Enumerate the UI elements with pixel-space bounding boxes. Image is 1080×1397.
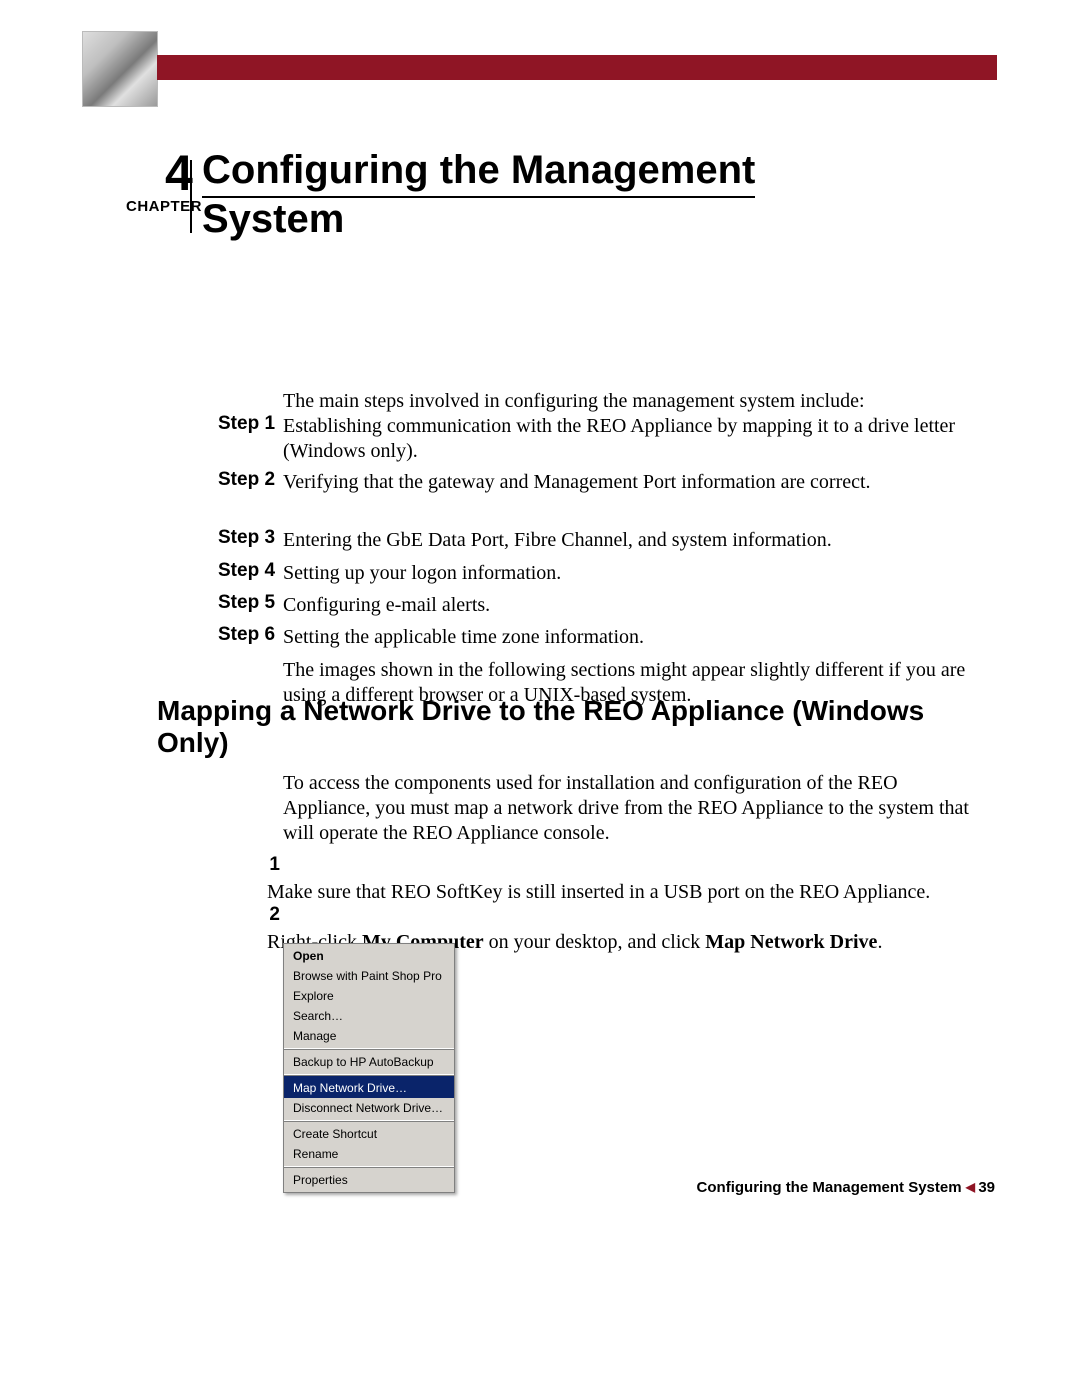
section-para: To access the components used for instal… xyxy=(283,771,980,847)
step-label: Step 1 xyxy=(218,414,278,433)
context-menu-item-explore[interactable]: Explore xyxy=(284,986,454,1006)
bold-text: Map Network Drive xyxy=(705,931,877,953)
triangle-icon: ◀ xyxy=(966,1180,979,1194)
step-label: Step 6 xyxy=(218,625,278,644)
context-menu-item-manage[interactable]: Manage xyxy=(284,1026,454,1048)
footer: Configuring the Management System ◀ 39 xyxy=(0,1180,995,1195)
context-menu-item-search[interactable]: Search… xyxy=(284,1006,454,1026)
chapter-number: 4 xyxy=(165,148,193,198)
step-label: Step 3 xyxy=(218,528,278,547)
step-text: Verifying that the gateway and Managemen… xyxy=(283,470,973,495)
context-menu-item-shortcut[interactable]: Create Shortcut xyxy=(284,1122,454,1144)
section-heading: Mapping a Network Drive to the REO Appli… xyxy=(157,695,987,759)
text-span: on your desktop, and click xyxy=(484,931,706,953)
context-menu: Open Browse with Paint Shop Pro Explore … xyxy=(283,943,455,1193)
step-row: Step 2 Verifying that the gateway and Ma… xyxy=(218,470,988,495)
step-label: Step 2 xyxy=(218,470,278,489)
step-row: Step 5 Configuring e-mail alerts. xyxy=(218,593,988,618)
step-row: Step 3 Entering the GbE Data Port, Fibre… xyxy=(218,528,988,553)
header-bar xyxy=(157,55,997,80)
step-text: Entering the GbE Data Port, Fibre Channe… xyxy=(283,528,973,553)
numbered-step-text: Make sure that REO SoftKey is still inse… xyxy=(267,880,957,905)
text-span: . xyxy=(877,931,882,953)
context-menu-item-backup[interactable]: Backup to HP AutoBackup xyxy=(284,1050,454,1074)
step-text: Establishing communication with the REO … xyxy=(283,414,973,464)
chapter-rule xyxy=(190,160,192,233)
step-label: Step 4 xyxy=(218,561,278,580)
step-text: Setting up your logon information. xyxy=(283,561,973,586)
step-row: Step 4 Setting up your logon information… xyxy=(218,561,988,586)
chapter-title-line1: Configuring the Management xyxy=(202,149,755,198)
footer-title: Configuring the Management System xyxy=(697,1179,962,1196)
context-menu-item-disconnect[interactable]: Disconnect Network Drive… xyxy=(284,1098,454,1120)
intro-text: The main steps involved in configuring t… xyxy=(283,389,983,414)
step-text: Setting the applicable time zone informa… xyxy=(283,625,973,650)
header-image xyxy=(82,31,158,107)
numbered-step-num: 2 xyxy=(260,905,280,924)
numbered-step: 1 Make sure that REO SoftKey is still in… xyxy=(260,855,980,905)
chapter-title-line2: System xyxy=(202,197,344,241)
context-menu-item-open[interactable]: Open xyxy=(284,944,454,966)
step-text: Configuring e-mail alerts. xyxy=(283,593,973,618)
footer-page: 39 xyxy=(978,1179,995,1196)
context-menu-item-rename[interactable]: Rename xyxy=(284,1144,454,1166)
chapter-title: Configuring the Management System xyxy=(202,149,972,240)
context-menu-item-browse[interactable]: Browse with Paint Shop Pro xyxy=(284,966,454,986)
step-label: Step 5 xyxy=(218,593,278,612)
step-row: Step 6 Setting the applicable time zone … xyxy=(218,625,988,650)
page: 4 CHAPTER Configuring the Management Sys… xyxy=(0,0,1080,1397)
step-row: Step 1 Establishing communication with t… xyxy=(218,414,988,464)
context-menu-item-map[interactable]: Map Network Drive… xyxy=(284,1076,454,1098)
numbered-step-num: 1 xyxy=(260,855,280,874)
